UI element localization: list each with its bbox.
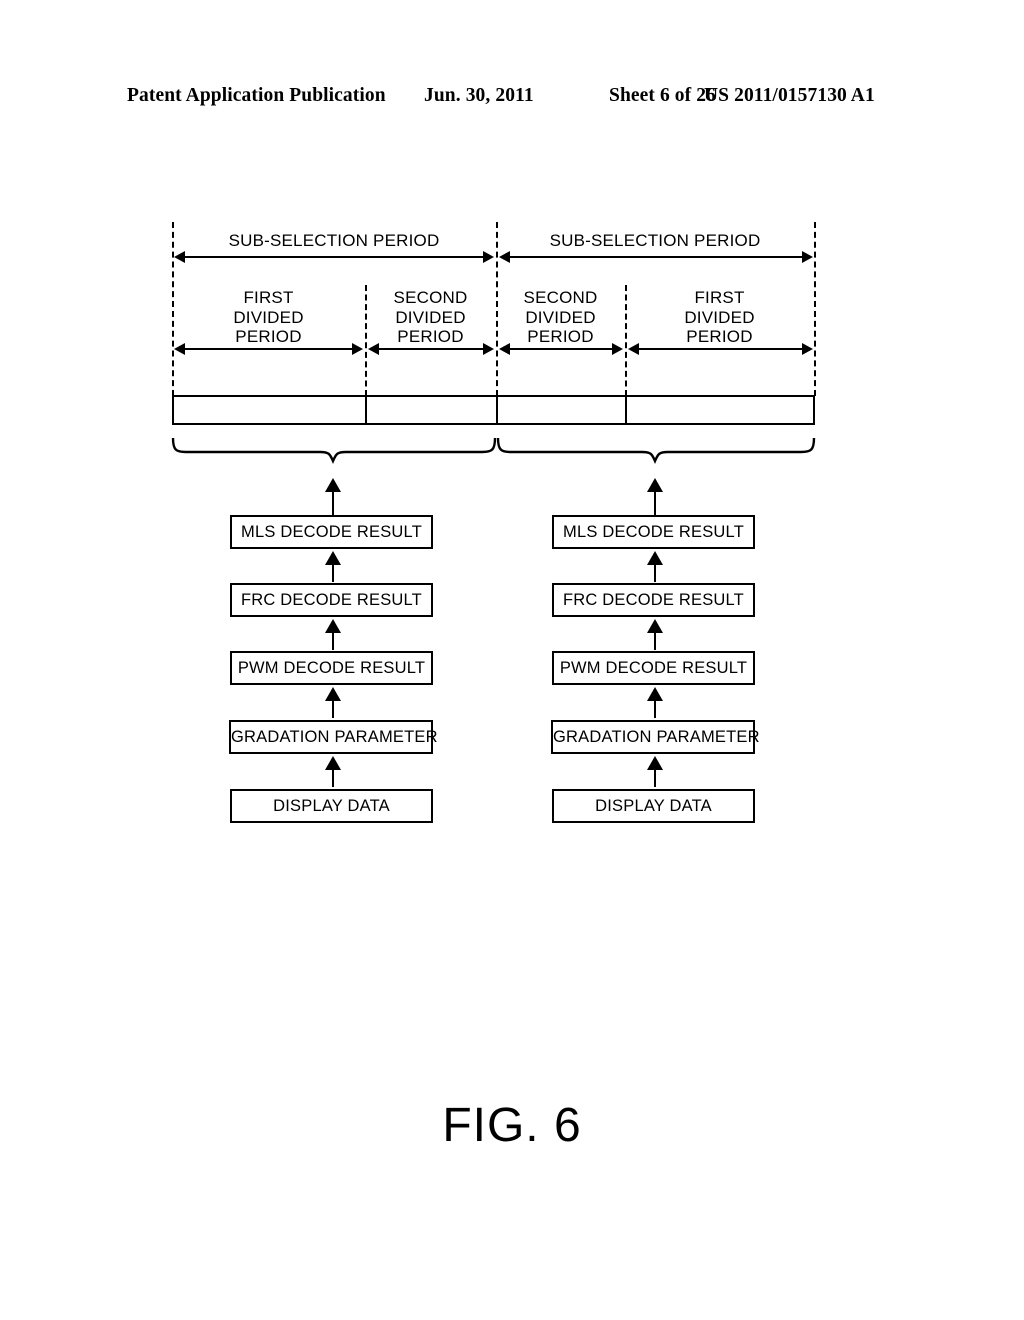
right-stack-arrow-frc-to-mls xyxy=(647,551,663,582)
arrow-head-right xyxy=(483,251,494,263)
sub-selection-period-arrow-2 xyxy=(499,251,813,263)
period-bar xyxy=(172,395,815,425)
left-stack-arrow-display-to-gradation xyxy=(325,756,341,787)
divided-period-line-1: FIRST xyxy=(243,288,294,307)
brace-group xyxy=(171,437,816,465)
guide-line-right xyxy=(814,222,816,396)
sub-selection-period-label-2: SUB-SELECTION PERIOD xyxy=(549,231,761,250)
right-stack-box-display-data[interactable]: DISPLAY DATA xyxy=(552,789,755,823)
period-bar-separator-1 xyxy=(365,397,367,423)
divided-period-line-1: FIRST xyxy=(694,288,745,307)
sub-selection-period-arrow-1 xyxy=(174,251,494,263)
right-stack-box-frc-decode-result[interactable]: FRC DECODE RESULT xyxy=(552,583,755,617)
divided-period-label-4: FIRST DIVIDED PERIOD xyxy=(625,288,814,347)
arrow-head-right xyxy=(802,251,813,263)
right-stack-box-pwm-decode-result[interactable]: PWM DECODE RESULT xyxy=(552,651,755,685)
right-stack-arrow-gradation-to-pwm xyxy=(647,687,663,718)
arrow-shaft xyxy=(332,560,334,582)
left-stack-box-mls-decode-result[interactable]: MLS DECODE RESULT xyxy=(230,515,433,549)
arrow-shaft xyxy=(332,765,334,787)
arrow-shaft xyxy=(654,487,656,516)
left-stack-arrow-frc-to-mls xyxy=(325,551,341,582)
divided-period-arrow-2 xyxy=(368,343,494,355)
arrow-shaft xyxy=(654,628,656,650)
arrow-shaft xyxy=(332,696,334,718)
right-stack-box-gradation-parameter[interactable]: GRADATION PARAMETER xyxy=(551,720,760,754)
divided-period-arrow-1 xyxy=(174,343,363,355)
arrow-shaft xyxy=(332,487,334,516)
arrow-head-right xyxy=(483,343,494,355)
period-bar-separator-3 xyxy=(625,397,627,423)
brace-to-stack-arrow-right xyxy=(647,478,663,516)
divided-period-label-1: FIRST DIVIDED PERIOD xyxy=(172,288,365,347)
brace-left xyxy=(171,437,497,465)
divided-period-arrow-4 xyxy=(628,343,813,355)
divided-period-label-2: SECOND DIVIDED PERIOD xyxy=(365,288,496,347)
divided-period-line-1: SECOND xyxy=(393,288,468,307)
left-stack-arrow-pwm-to-frc xyxy=(325,619,341,650)
arrow-shaft xyxy=(506,256,806,258)
left-stack-box-display-data[interactable]: DISPLAY DATA xyxy=(230,789,433,823)
divided-period-line-1: SECOND xyxy=(523,288,598,307)
brace-to-stack-arrow-left xyxy=(325,478,341,516)
arrow-head-right xyxy=(612,343,623,355)
arrow-shaft xyxy=(181,256,487,258)
patent-page: Patent Application Publication Jun. 30, … xyxy=(0,0,1024,1320)
divided-period-line-2: DIVIDED xyxy=(525,307,596,327)
divided-period-label-3: SECOND DIVIDED PERIOD xyxy=(496,288,625,347)
divided-period-arrow-3 xyxy=(499,343,623,355)
arrow-shaft xyxy=(332,628,334,650)
sub-selection-period-label-1: SUB-SELECTION PERIOD xyxy=(228,231,440,250)
left-stack-box-frc-decode-result[interactable]: FRC DECODE RESULT xyxy=(230,583,433,617)
figure-caption: FIG. 6 xyxy=(442,1099,582,1152)
period-bar-separator-2 xyxy=(496,397,498,423)
arrow-shaft xyxy=(654,560,656,582)
arrow-shaft xyxy=(635,348,806,350)
arrow-head-right xyxy=(802,343,813,355)
arrow-shaft xyxy=(506,348,616,350)
arrow-shaft xyxy=(654,765,656,787)
right-stack-box-mls-decode-result[interactable]: MLS DECODE RESULT xyxy=(552,515,755,549)
arrow-shaft xyxy=(654,696,656,718)
left-stack-box-gradation-parameter[interactable]: GRADATION PARAMETER xyxy=(229,720,438,754)
right-stack-arrow-display-to-gradation xyxy=(647,756,663,787)
divided-period-line-2: DIVIDED xyxy=(395,307,466,327)
arrow-head-right xyxy=(352,343,363,355)
brace-right xyxy=(496,437,816,465)
divided-period-line-2: DIVIDED xyxy=(684,307,755,327)
left-stack-box-pwm-decode-result[interactable]: PWM DECODE RESULT xyxy=(230,651,433,685)
right-stack-arrow-pwm-to-frc xyxy=(647,619,663,650)
left-stack-arrow-gradation-to-pwm xyxy=(325,687,341,718)
divided-period-line-2: DIVIDED xyxy=(233,307,304,327)
arrow-shaft xyxy=(375,348,487,350)
arrow-shaft xyxy=(181,348,356,350)
